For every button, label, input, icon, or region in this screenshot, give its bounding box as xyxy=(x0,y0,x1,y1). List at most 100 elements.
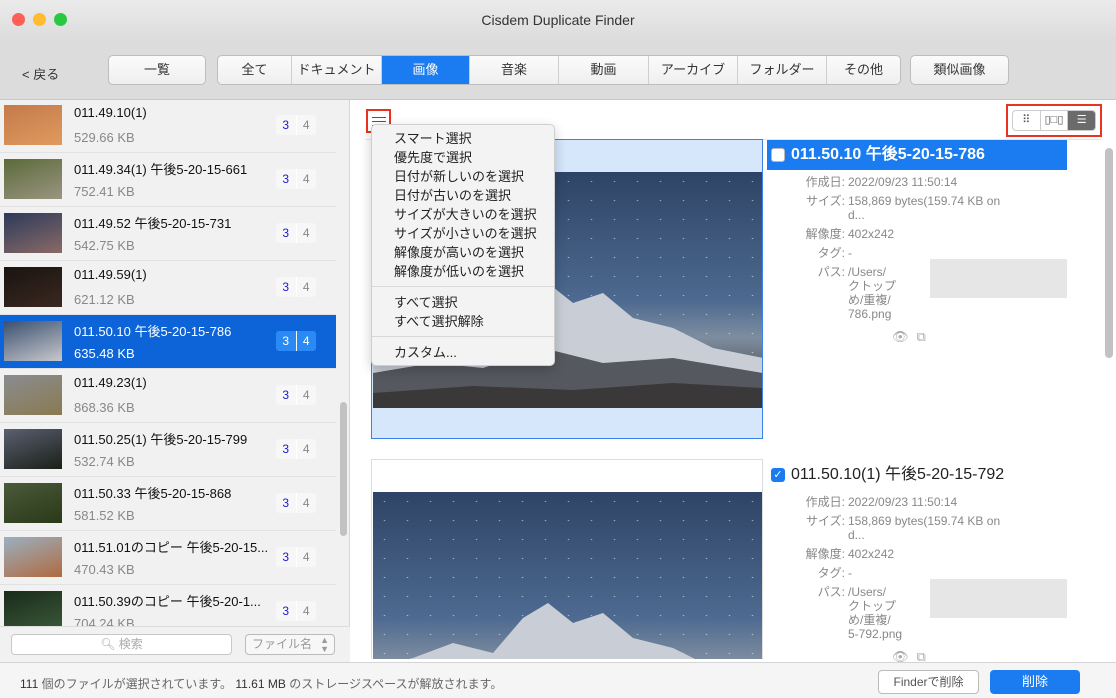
tab-1[interactable]: ドキュメント xyxy=(292,56,382,84)
count-b: 4 xyxy=(302,442,310,456)
sidebar-scrollbar[interactable] xyxy=(340,402,347,536)
list-item[interactable]: 011.49.59(1) 621.12 KB 3 4 xyxy=(0,261,336,315)
list-item[interactable]: 011.50.25(1) 午後5-20-15-799 532.74 KB 3 4 xyxy=(0,423,336,477)
tab-4[interactable]: 動画 xyxy=(559,56,649,84)
info-label: パス: xyxy=(817,585,845,599)
item-size: 752.41 KB xyxy=(74,184,135,199)
back-button[interactable]: < 戻る xyxy=(22,64,59,83)
filmstrip-view-icon[interactable]: ▯□▯ xyxy=(1041,111,1069,130)
thumbnail xyxy=(4,159,62,199)
info-value: - xyxy=(848,246,852,260)
menu-separator xyxy=(372,336,554,337)
count-b: 4 xyxy=(302,172,310,186)
file-title: 011.50.10 午後5-20-15-786 xyxy=(767,140,1067,170)
count-a: 3 xyxy=(276,331,297,351)
count-badge: 34 xyxy=(276,223,316,243)
tab-2[interactable]: 画像 xyxy=(382,56,470,84)
info-value: 2022/09/23 11:50:14 xyxy=(848,175,958,189)
count-a: 3 xyxy=(276,277,297,297)
item-name: 011.49.59(1) xyxy=(74,267,147,282)
info-label: 解像度: xyxy=(805,227,845,241)
main-scrollbar[interactable] xyxy=(1105,148,1113,358)
count-a: 3 xyxy=(276,601,297,621)
count-badge: 34 xyxy=(276,385,316,405)
item-name: 011.49.34(1) 午後5-20-15-661 xyxy=(74,162,248,177)
search-row: 🔍︎ 検索 ファイル名 ▲ ▼ xyxy=(0,626,350,662)
thumbnail xyxy=(4,105,62,145)
item-size: 470.43 KB xyxy=(74,562,135,577)
zoom-window-button[interactable] xyxy=(54,13,67,26)
minimize-window-button[interactable] xyxy=(33,13,46,26)
menu-item[interactable]: 日付が新しいのを選択 xyxy=(372,167,554,186)
list-item[interactable]: 011.50.10 午後5-20-15-786 635.48 KB 3 4 xyxy=(0,315,336,369)
tab-3[interactable]: 音楽 xyxy=(470,56,559,84)
tab-6[interactable]: フォルダー xyxy=(738,56,827,84)
tab-7[interactable]: その他 xyxy=(827,56,900,84)
sort-select[interactable]: ファイル名 ▲ ▼ xyxy=(245,634,335,655)
file-title: ✓ 011.50.10(1) 午後5-20-15-792 xyxy=(767,460,1067,490)
file-info: 011.50.10 午後5-20-15-786 作成日: 2022/09/23 11… xyxy=(767,140,1067,345)
menu-item[interactable]: カスタム... xyxy=(372,343,554,362)
similar-images-button[interactable]: 類似画像 xyxy=(910,55,1009,85)
thumbnail xyxy=(4,267,62,307)
info-row: タグ: - xyxy=(767,246,1067,260)
finder-delete-button[interactable]: Finderで削除 xyxy=(878,670,979,694)
list-item[interactable]: 011.50.33 午後5-20-15-868 581.52 KB 3 4 xyxy=(0,477,336,531)
thumbnail xyxy=(4,213,62,253)
hide-icon[interactable]: 👁︎ xyxy=(892,649,909,662)
list-item[interactable]: 011.49.23(1) 868.36 KB 3 4 xyxy=(0,369,336,423)
item-name: 011.50.25(1) 午後5-20-15-799 xyxy=(74,432,248,447)
list-item[interactable]: 011.49.10(1) 529.66 KB 3 4 xyxy=(0,100,336,153)
menu-item[interactable]: スマート選択 xyxy=(372,129,554,148)
list-view-icon[interactable]: ☰ xyxy=(1068,111,1095,130)
file-checkbox[interactable] xyxy=(771,148,785,162)
list-item[interactable]: 011.49.34(1) 午後5-20-15-661 752.41 KB 3 4 xyxy=(0,153,336,207)
menu-item[interactable]: 優先度で選択 xyxy=(372,148,554,167)
info-label: 作成日: xyxy=(805,495,845,509)
menu-item[interactable]: サイズが大きいのを選択 xyxy=(372,205,554,224)
item-name: 011.50.39のコピー 午後5-20-1... xyxy=(74,594,261,609)
list-item[interactable]: 011.49.52 午後5-20-15-731 542.75 KB 3 4 xyxy=(0,207,336,261)
file-preview[interactable] xyxy=(371,459,763,659)
menu-item[interactable]: 解像度が高いのを選択 xyxy=(372,243,554,262)
info-row: 作成日: 2022/09/23 11:50:14 xyxy=(767,175,1067,189)
info-row: サイズ: 158,869 bytes(159.74 KB on d... xyxy=(767,194,1067,222)
thumbnail xyxy=(4,591,62,631)
sort-label: ファイル名 xyxy=(252,637,313,651)
open-external-icon[interactable]: ⧉ xyxy=(917,329,926,345)
close-window-button[interactable] xyxy=(12,13,25,26)
item-name: 011.51.01のコピー 午後5-20-15... xyxy=(74,540,269,555)
list-item[interactable]: 011.51.01のコピー 午後5-20-15... 470.43 KB 3 4 xyxy=(0,531,336,585)
status-bar: 111 個のファイルが選択されています。 11.61 MB のストレージスペース… xyxy=(0,662,1116,698)
menu-item[interactable]: 日付が古いのを選択 xyxy=(372,186,554,205)
item-name: 011.50.10 午後5-20-15-786 xyxy=(74,324,232,339)
menu-item[interactable]: 解像度が低いのを選択 xyxy=(372,262,554,281)
menu-item[interactable]: すべて選択解除 xyxy=(372,312,554,331)
menu-item[interactable]: サイズが小さいのを選択 xyxy=(372,224,554,243)
file-checkbox[interactable]: ✓ xyxy=(771,468,785,482)
count-a: 3 xyxy=(276,223,297,243)
search-input[interactable]: 🔍︎ 検索 xyxy=(11,634,232,655)
redaction xyxy=(930,259,1067,298)
grid-view-icon[interactable]: ⠿ xyxy=(1013,111,1041,130)
info-row: 解像度: 402x242 xyxy=(767,227,1067,241)
file-name: 011.50.10(1) 午後5-20-15-792 xyxy=(791,466,1005,483)
overview-button[interactable]: 一覧 xyxy=(108,55,206,85)
thumbnail xyxy=(4,537,62,577)
count-badge: 34 xyxy=(276,331,316,351)
select-menu: スマート選択 優先度で選択 日付が新しいのを選択 日付が古いのを選択 サイズが大きいのを… xyxy=(371,124,555,366)
count-b: 4 xyxy=(302,118,310,132)
preview-image xyxy=(373,492,762,659)
info-row: 解像度: 402x242 xyxy=(767,547,1067,561)
tab-0[interactable]: 全て xyxy=(218,56,292,84)
hide-icon[interactable]: 👁︎ xyxy=(892,329,909,345)
delete-button[interactable]: 削除 xyxy=(990,670,1080,694)
menu-item[interactable]: すべて選択 xyxy=(372,293,554,312)
title-bar: Cisdem Duplicate Finder xyxy=(0,0,1116,40)
open-external-icon[interactable]: ⧉ xyxy=(917,649,926,662)
count-b: 4 xyxy=(302,334,310,348)
count-b: 4 xyxy=(302,496,310,510)
info-label: タグ: xyxy=(817,246,845,260)
tab-5[interactable]: アーカイブ xyxy=(649,56,738,84)
status-text: 111 個のファイルが選択されています。 11.61 MB のストレージスペース… xyxy=(20,677,503,691)
